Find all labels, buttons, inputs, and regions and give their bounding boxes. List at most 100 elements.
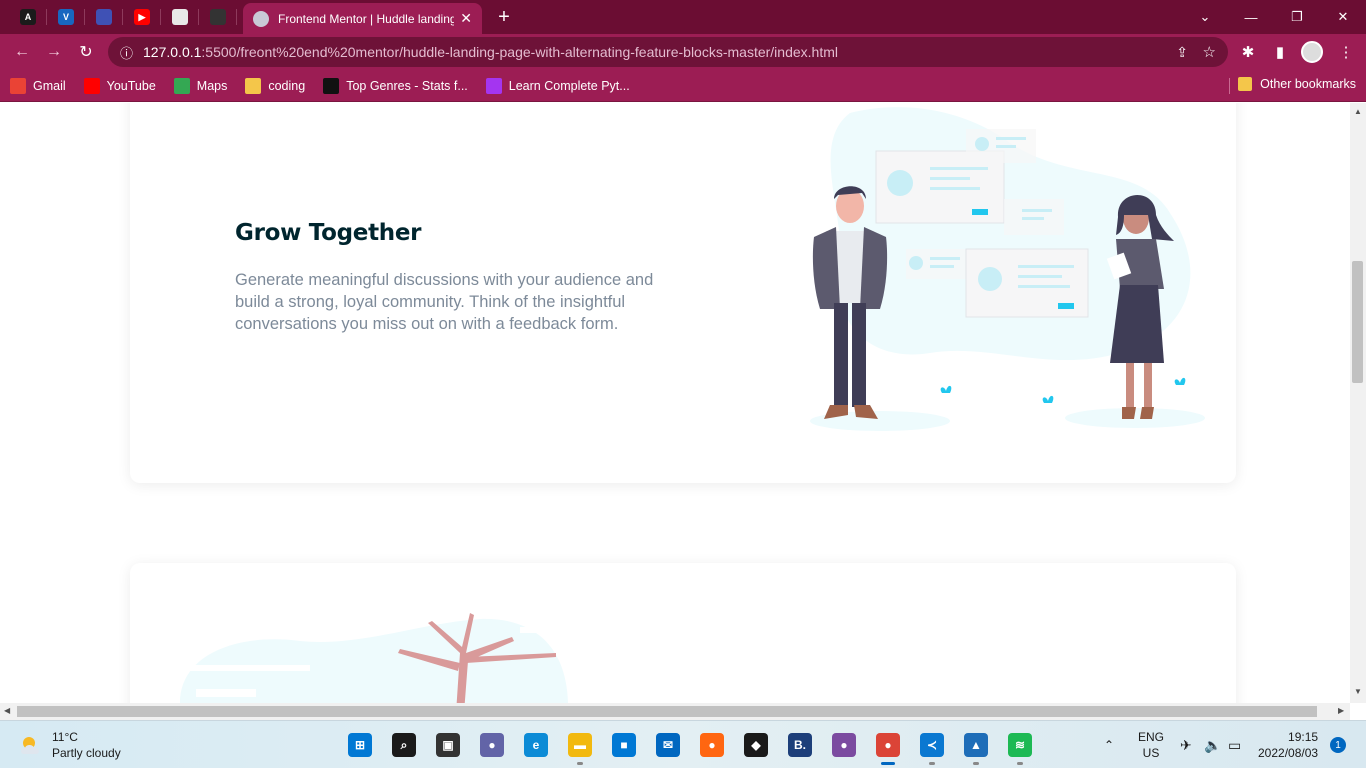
bookmark-item[interactable]: Top Genres - Stats f...: [323, 77, 468, 94]
other-bookmarks[interactable]: Other bookmarks: [1238, 77, 1356, 91]
clock[interactable]: 19:15 2022/08/03: [1258, 721, 1318, 769]
site-info-icon[interactable]: ⓘ: [120, 43, 133, 62]
battery-icon[interactable]: ▭: [1228, 721, 1241, 769]
taskbar-app[interactable]: ●: [822, 727, 866, 763]
running-indicator: [881, 762, 895, 765]
address-bar[interactable]: ⓘ 127.0.0.1:5500/freont%20end%20mentor/h…: [108, 37, 1228, 67]
bookmark-item[interactable]: YouTube: [83, 77, 156, 94]
reload-icon[interactable]: ↻: [70, 36, 102, 68]
menu-icon[interactable]: ⋮: [1330, 34, 1362, 70]
horizontal-scroll-thumb[interactable]: [17, 706, 1317, 717]
store-icon: ■: [612, 733, 636, 757]
taskbar-app[interactable]: ●: [866, 727, 910, 765]
bookmark-label: coding: [268, 78, 306, 93]
mail-icon: ✉: [656, 733, 680, 757]
chrome-icon: ●: [876, 733, 900, 757]
side-panel-icon[interactable]: ▮: [1264, 34, 1296, 70]
taskbar-app[interactable]: ⌕: [382, 727, 426, 763]
github-icon: [210, 9, 226, 25]
date: 2022/08/03: [1258, 746, 1319, 760]
close-window-button[interactable]: ✕: [1320, 0, 1366, 34]
taskbar-app[interactable]: ✉: [646, 727, 690, 763]
running-indicator: [1017, 762, 1023, 765]
other-bookmarks-label: Other bookmarks: [1260, 77, 1356, 91]
vuetify-icon: V: [58, 9, 74, 25]
pinned-tab[interactable]: A: [9, 0, 47, 34]
bookmark-item[interactable]: coding: [245, 77, 306, 94]
teams-chat-icon: ●: [480, 733, 504, 757]
time: 19:15: [1288, 730, 1319, 744]
udemy-icon: [485, 77, 502, 94]
folder-icon: [1238, 77, 1253, 91]
taskbar-app[interactable]: ▣: [426, 727, 470, 763]
taskbar-app[interactable]: ▬: [558, 727, 602, 765]
taskbar-app[interactable]: ■: [602, 727, 646, 763]
taskbar-app[interactable]: ●: [470, 727, 514, 763]
scroll-right-icon[interactable]: ▶: [1338, 706, 1344, 715]
taskbar-app[interactable]: ≋: [998, 727, 1042, 765]
airplane-mode-icon[interactable]: ✈: [1180, 721, 1192, 769]
show-hidden-icons[interactable]: ⌃: [1104, 721, 1114, 769]
dropbox-icon: ◆: [744, 733, 768, 757]
tab-strip: A V ▶ Frontend Mentor | Huddle landing pag…: [0, 0, 1366, 34]
taskbar-app[interactable]: ◆: [734, 727, 778, 763]
back-icon[interactable]: ←: [6, 36, 38, 68]
new-tab-button[interactable]: +: [492, 6, 516, 29]
language-indicator[interactable]: ENG US: [1138, 721, 1164, 769]
pinned-tab[interactable]: [161, 0, 199, 34]
youtube-icon: ▶: [134, 9, 150, 25]
taskbar-app[interactable]: ●: [690, 727, 734, 763]
scroll-left-icon[interactable]: ◀: [4, 706, 10, 715]
region-label: US: [1142, 746, 1160, 760]
share-icon[interactable]: ⇪: [1176, 44, 1188, 61]
volume-icon[interactable]: 🔈: [1204, 721, 1221, 769]
weather-temp: 11°C: [52, 730, 78, 744]
profile-avatar[interactable]: [1296, 34, 1328, 70]
bookmark-star-icon[interactable]: ☆: [1203, 43, 1216, 61]
notification-center[interactable]: 1: [1330, 721, 1346, 769]
vertical-scroll-thumb[interactable]: [1352, 261, 1363, 383]
taskbar-app[interactable]: ⊞: [338, 727, 382, 763]
close-tab-icon[interactable]: ✕: [460, 10, 472, 27]
vertical-scrollbar[interactable]: ▲ ▼: [1350, 103, 1366, 703]
bookmarks-bar: Gmail YouTube Maps coding Top Genres - Stats…: [0, 70, 1366, 102]
tree-illustration: [180, 613, 568, 703]
bootstrap-studio-icon: B.: [788, 733, 812, 757]
taskbar-app[interactable]: e: [514, 727, 558, 763]
youtube-icon: [83, 77, 100, 94]
page-icon: [172, 9, 188, 25]
pinned-tab[interactable]: [85, 0, 123, 34]
pinned-tab[interactable]: V: [47, 0, 85, 34]
bookmark-item[interactable]: Learn Complete Pyt...: [485, 77, 630, 94]
firefox-icon: ●: [700, 733, 724, 757]
bookmark-label: Maps: [196, 78, 228, 93]
taskbar-app[interactable]: ▲: [954, 727, 998, 765]
feature-title: Grow Together: [235, 220, 422, 246]
running-indicator: [973, 762, 979, 765]
horizontal-scrollbar[interactable]: ◀ ▶: [0, 703, 1350, 720]
gmail-icon: [10, 77, 26, 94]
bookmark-label: Learn Complete Pyt...: [508, 78, 630, 93]
maps-icon: [173, 77, 190, 94]
bookmark-item[interactable]: Maps: [173, 77, 228, 94]
weather-widget[interactable]: 11°C Partly cloudy: [18, 729, 121, 761]
grow-together-illustration: [810, 107, 1205, 431]
search-icon: ⌕: [392, 733, 416, 757]
pinned-tab[interactable]: ▶: [123, 0, 161, 34]
taskbar: 11°C Partly cloudy ⊞ ⌕ ▣ ● e ▬ ■ ✉ ● ◆ B. ● ● ≺ ▲ ≋ ⌃ E…: [0, 720, 1366, 768]
taskbar-app[interactable]: ≺: [910, 727, 954, 765]
tab-search-button[interactable]: ⌄: [1182, 0, 1228, 34]
restore-button[interactable]: ❐: [1274, 0, 1320, 34]
tab-active[interactable]: Frontend Mentor | Huddle landing page wi…: [243, 3, 482, 34]
taskbar-app[interactable]: B.: [778, 727, 822, 763]
feature-description: Generate meaningful discussions with you…: [235, 271, 654, 333]
scroll-up-icon[interactable]: ▲: [1354, 107, 1362, 116]
minimize-button[interactable]: —: [1228, 0, 1274, 34]
spotify-icon: ≋: [1008, 733, 1032, 757]
extensions-icon[interactable]: ✱: [1232, 34, 1264, 70]
forward-icon[interactable]: →: [38, 36, 70, 68]
scroll-down-icon[interactable]: ▼: [1354, 687, 1362, 696]
pinned-tab[interactable]: [199, 0, 237, 34]
running-indicator: [929, 762, 935, 765]
bookmark-item[interactable]: Gmail: [10, 77, 66, 94]
